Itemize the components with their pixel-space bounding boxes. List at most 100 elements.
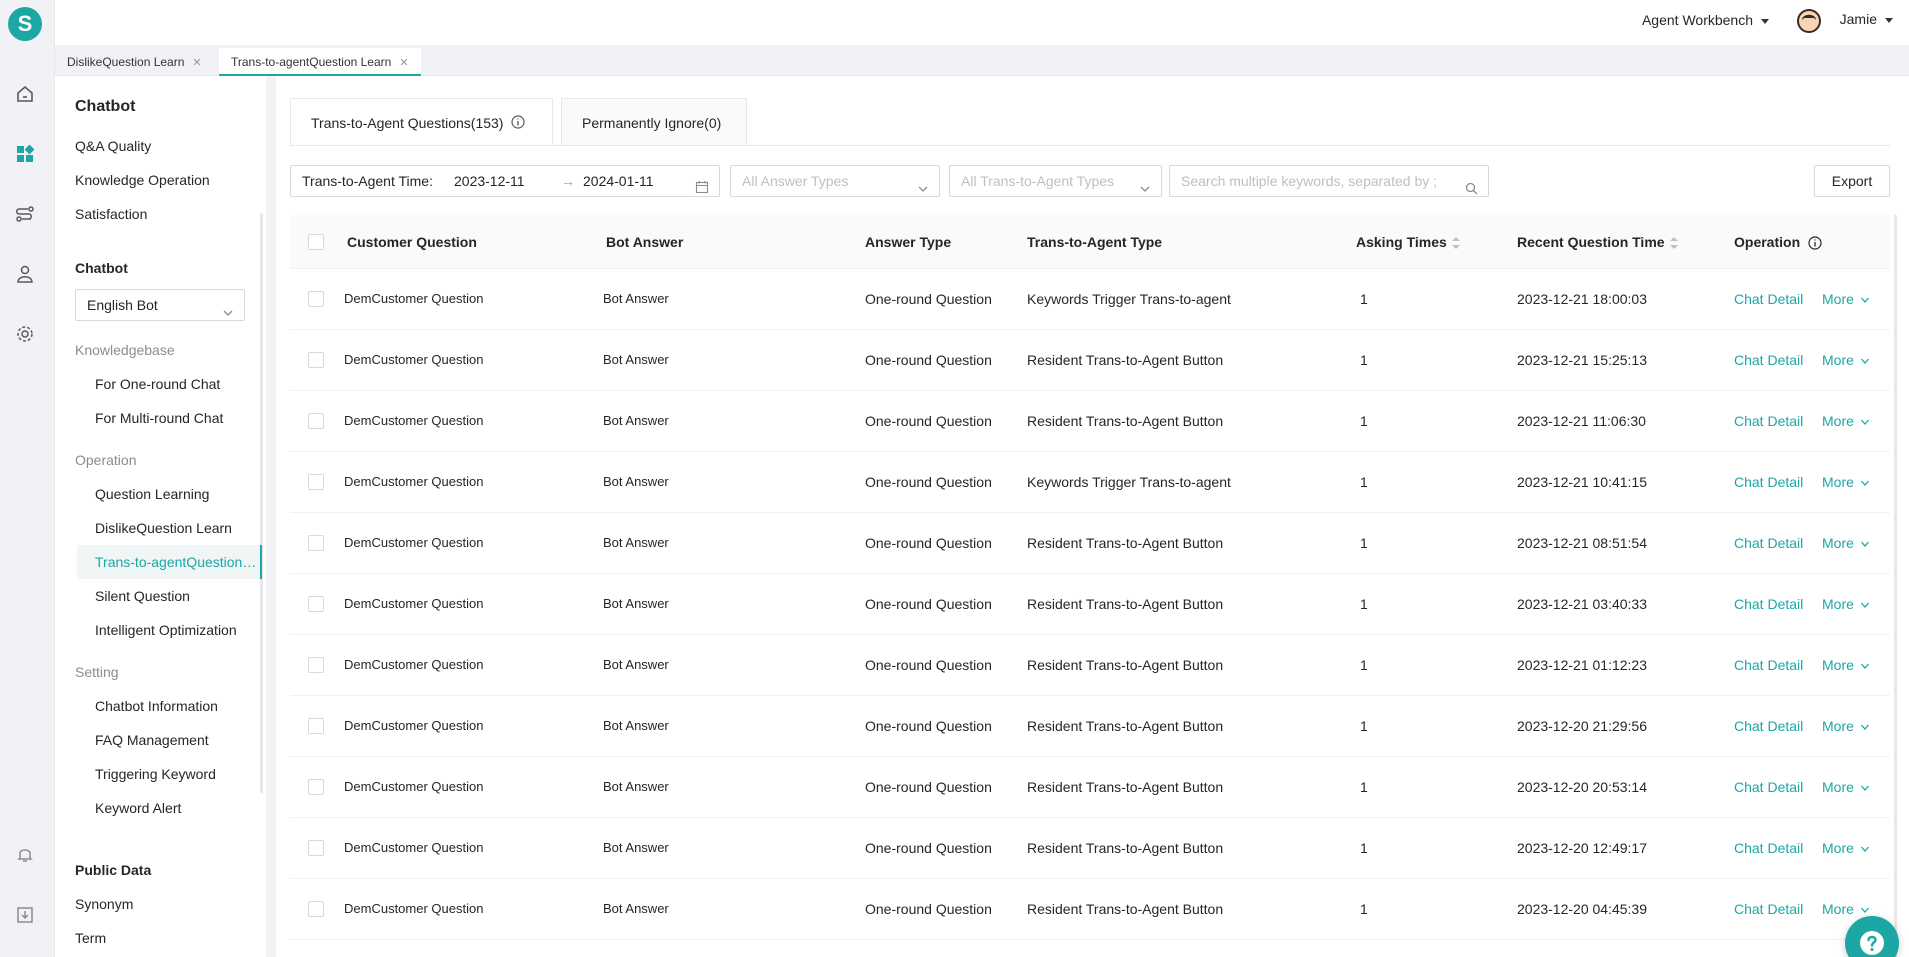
sidebar-item-one-round-chat[interactable]: For One-round Chat [95,376,220,392]
row-checkbox[interactable] [308,779,324,795]
close-icon[interactable]: ✕ [192,57,201,69]
home-icon[interactable] [13,82,37,106]
close-icon[interactable]: ✕ [399,57,408,69]
table-row[interactable]: DemCustomer Question Bot Answer One-round … [290,879,1890,940]
table-row[interactable]: DemCustomer Question Bot Answer One-round … [290,696,1890,757]
info-icon[interactable] [511,100,525,148]
avatar[interactable] [1797,9,1821,33]
tab-trans-to-agent-questions[interactable]: Trans-to-Agent Questions(153) [290,98,553,146]
sidebar-item-knowledge-operation[interactable]: Knowledge Operation [75,172,210,188]
sidebar-scrollbar[interactable] [260,213,263,793]
table-row[interactable]: DemCustomer Question Bot Answer One-round … [290,513,1890,574]
chat-detail-link[interactable]: Chat Detail [1734,879,1803,939]
sidebar-item-multi-round-chat[interactable]: For Multi-round Chat [95,410,223,426]
tab-label: Trans-to-Agent Questions(153) [311,115,504,131]
sidebar-item-question-learning[interactable]: Question Learning [95,486,209,502]
user-menu[interactable]: Jamie [1840,11,1893,27]
row-checkbox[interactable] [308,291,324,307]
row-checkbox[interactable] [308,718,324,734]
more-dropdown[interactable]: More [1822,696,1870,756]
help-chat-button[interactable] [1845,916,1899,957]
page-tab-trans-to-agent[interactable]: Trans-to-agentQuestion Learn ✕ [219,48,421,76]
download-icon[interactable] [13,903,37,927]
sidebar-item-qa-quality[interactable]: Q&A Quality [75,138,151,154]
sort-icon[interactable] [1451,237,1460,250]
table-row[interactable]: DemCustomer Question Bot Answer One-round … [290,330,1890,391]
sidebar-item-trans-to-agent-question[interactable]: Trans-to-agentQuestion Learn [77,545,262,579]
bot-select[interactable]: English Bot [75,289,245,321]
row-checkbox[interactable] [308,413,324,429]
more-dropdown[interactable]: More [1822,269,1870,329]
more-dropdown[interactable]: More [1822,330,1870,390]
sidebar-item-silent-question[interactable]: Silent Question [95,588,190,604]
table-scrollbar[interactable] [1894,215,1897,957]
more-dropdown[interactable]: More [1822,452,1870,512]
date-range-picker[interactable]: Trans-to-Agent Time: 2023-12-11 → 2024-0… [290,165,720,197]
chat-detail-link[interactable]: Chat Detail [1734,452,1803,512]
more-label: More [1822,779,1854,795]
page-tab-dislike[interactable]: DislikeQuestion Learn ✕ [55,48,214,76]
sidebar-item-intelligent-optimization[interactable]: Intelligent Optimization [95,622,237,638]
more-dropdown[interactable]: More [1822,818,1870,878]
sidebar-item-dislike-question-learn[interactable]: DislikeQuestion Learn [95,520,232,536]
cell-recent-question-time: 2023-12-21 18:00:03 [1517,291,1647,307]
export-button[interactable]: Export [1814,165,1890,197]
date-end[interactable]: 2024-01-11 [583,166,654,196]
search-icon[interactable] [1461,175,1478,196]
settings-icon[interactable] [13,322,37,346]
row-checkbox[interactable] [308,596,324,612]
sidebar-item-satisfaction[interactable]: Satisfaction [75,206,147,222]
chat-detail-link[interactable]: Chat Detail [1734,269,1803,329]
sidebar-item-chatbot-information[interactable]: Chatbot Information [95,698,218,714]
more-dropdown[interactable]: More [1822,574,1870,634]
route-icon[interactable] [13,202,37,226]
answer-type-select[interactable]: All Answer Types [730,165,940,197]
table-row[interactable]: DemCustomer Question Bot Answer One-round … [290,269,1890,330]
trans-type-select[interactable]: All Trans-to-Agent Types [949,165,1162,197]
info-icon[interactable] [1808,236,1822,250]
dashboard-icon[interactable] [13,142,37,166]
sidebar-item-triggering-keyword[interactable]: Triggering Keyword [95,766,216,782]
table-row[interactable]: DemCustomer Question Bot Answer One-round … [290,574,1890,635]
sort-icon[interactable] [1669,237,1678,250]
top-bar: Agent Workbench Jamie [55,0,1909,45]
sidebar-item-faq-management[interactable]: FAQ Management [95,732,209,748]
date-start[interactable]: 2023-12-11 [454,166,525,196]
workbench-switcher[interactable]: Agent Workbench [1642,12,1769,28]
col-asking-times[interactable]: Asking Times [1356,215,1460,269]
chat-detail-link[interactable]: Chat Detail [1734,391,1803,451]
tab-permanently-ignore[interactable]: Permanently Ignore(0) [561,98,747,146]
table-row[interactable]: DemCustomer Question Bot Answer One-round … [290,391,1890,452]
table-row[interactable]: DemCustomer Question Bot Answer One-round … [290,757,1890,818]
chat-detail-link[interactable]: Chat Detail [1734,574,1803,634]
sidebar-item-keyword-alert[interactable]: Keyword Alert [95,800,181,816]
chat-detail-link[interactable]: Chat Detail [1734,818,1803,878]
more-dropdown[interactable]: More [1822,757,1870,817]
app-logo[interactable]: S [8,7,42,41]
table-row[interactable]: DemCustomer Question Bot Answer One-round … [290,452,1890,513]
row-checkbox[interactable] [308,474,324,490]
row-checkbox[interactable] [308,657,324,673]
sidebar-item-synonym[interactable]: Synonym [75,896,133,912]
chat-detail-link[interactable]: Chat Detail [1734,696,1803,756]
sidebar-item-term[interactable]: Term [75,930,106,946]
bell-icon[interactable] [13,842,37,866]
keyword-search-input[interactable]: Search multiple keywords, separated by ; [1169,165,1489,197]
more-dropdown[interactable]: More [1822,391,1870,451]
row-checkbox[interactable] [308,840,324,856]
select-all-checkbox[interactable] [308,234,324,250]
chat-detail-link[interactable]: Chat Detail [1734,513,1803,573]
chat-detail-link[interactable]: Chat Detail [1734,635,1803,695]
more-dropdown[interactable]: More [1822,513,1870,573]
agent-icon[interactable] [13,262,37,286]
row-checkbox[interactable] [308,901,324,917]
table-row[interactable]: DemCustomer Question Bot Answer One-round … [290,635,1890,696]
col-recent-question-time[interactable]: Recent Question Time [1517,215,1678,269]
chat-detail-link[interactable]: Chat Detail [1734,330,1803,390]
cell-answer-type: One-round Question [865,535,992,551]
more-dropdown[interactable]: More [1822,635,1870,695]
row-checkbox[interactable] [308,352,324,368]
chat-detail-link[interactable]: Chat Detail [1734,757,1803,817]
row-checkbox[interactable] [308,535,324,551]
table-row[interactable]: DemCustomer Question Bot Answer One-round … [290,818,1890,879]
